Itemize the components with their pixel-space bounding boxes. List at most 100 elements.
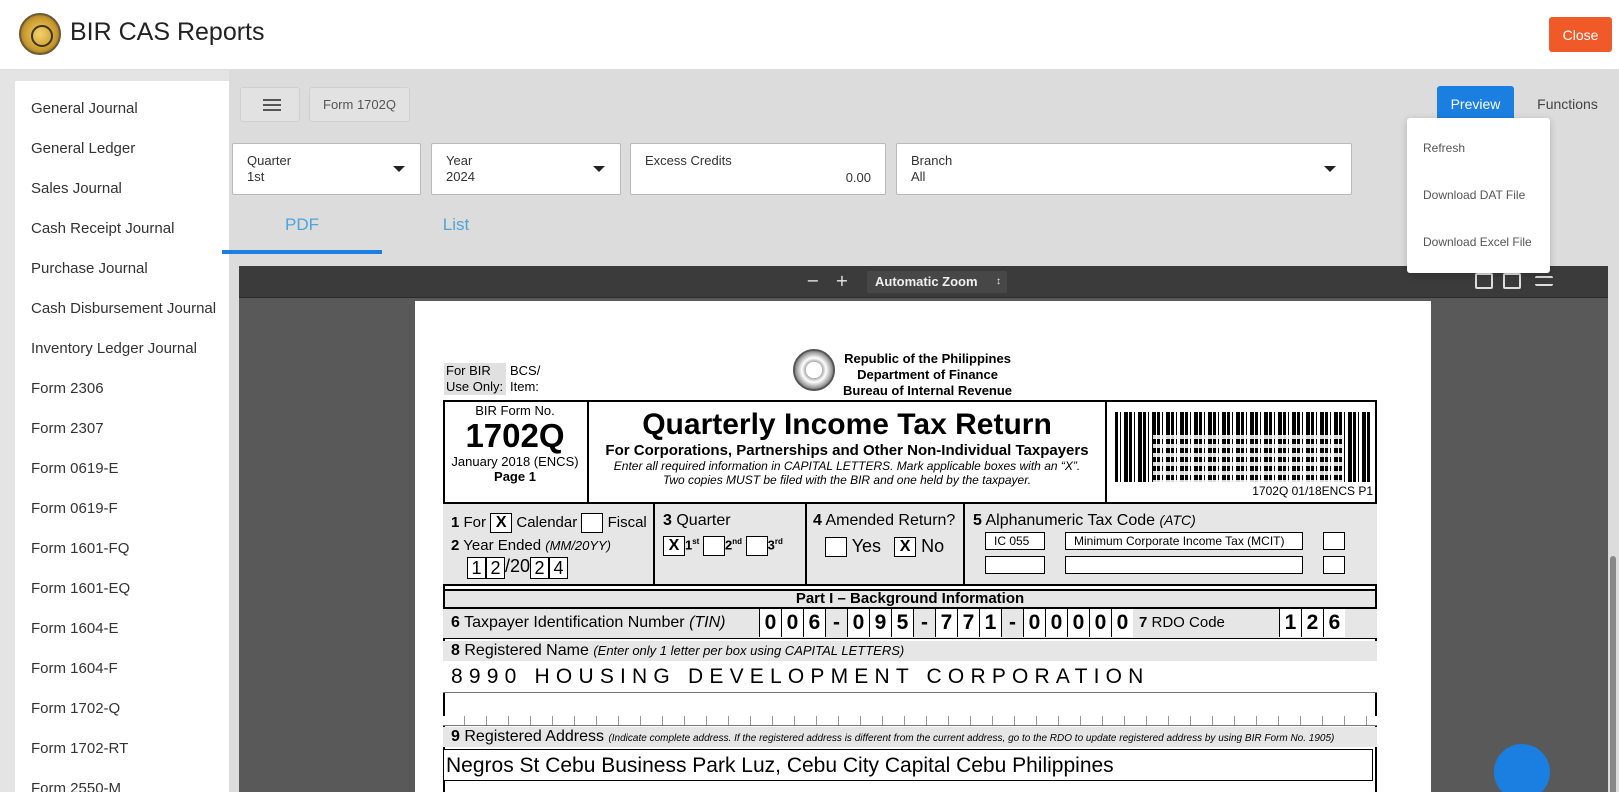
functions-dropdown: Refresh Download DAT File Download Excel… <box>1407 118 1550 273</box>
amended-yes-checkbox[interactable] <box>825 537 847 558</box>
branch-select[interactable]: Branch All <box>896 143 1352 195</box>
item7-label: RDO Code <box>1151 614 1225 631</box>
year-select[interactable]: Year 2024 <box>431 143 621 195</box>
sidebar-item-form-0619-e[interactable]: Form 0619-E <box>15 449 229 489</box>
tin-digit: 9 <box>869 609 891 637</box>
sidebar-item-inventory-ledger-journal[interactable]: Inventory Ledger Journal <box>15 329 229 369</box>
download-icon[interactable] <box>1503 273 1521 289</box>
item5-hint: (ATC) <box>1159 512 1196 528</box>
atc-code-field[interactable]: IC 055 <box>985 532 1045 550</box>
year-digit: 2 <box>530 557 550 580</box>
quarter-select[interactable]: Quarter 1st <box>232 143 421 195</box>
floating-action-button[interactable] <box>1494 744 1550 792</box>
form-number: 1702Q <box>465 417 565 454</box>
atc-extra-field-2[interactable] <box>1323 556 1345 574</box>
sidebar-item-cash-disbursement-journal[interactable]: Cash Disbursement Journal <box>15 289 229 329</box>
sidebar-item-form-1601-eq[interactable]: Form 1601-EQ <box>15 569 229 609</box>
quarter-1-sup: st <box>692 537 700 547</box>
item9-label: Registered Address <box>464 728 604 745</box>
page-label: Page 1 <box>494 469 536 484</box>
branch-label: Branch <box>911 153 953 168</box>
form-row-items-1-5: 1 For X Calendar Fiscal 2 Year Ended (MM… <box>443 504 1377 586</box>
sidebar-item-form-2307[interactable]: Form 2307 <box>15 409 229 449</box>
breadcrumb[interactable]: Form 1702Q <box>309 87 410 122</box>
tin-boxes: 006-095-771-00000 <box>759 609 1133 637</box>
tin-digit: 7 <box>957 609 979 637</box>
item7-number: 7 <box>1139 614 1148 631</box>
sidebar-item-purchase-journal[interactable]: Purchase Journal <box>15 249 229 289</box>
barcode-icon <box>1115 412 1371 484</box>
quarter-1-checkbox[interactable]: X <box>663 536 685 556</box>
atc-description-field[interactable]: Minimum Corporate Income Tax (MCIT) <box>1065 532 1303 550</box>
tab-list[interactable]: List <box>376 210 536 254</box>
form-instruction-1: Enter all required information in CAPITA… <box>613 459 1081 473</box>
agency-header: Republic of the Philippines Department o… <box>843 351 1012 399</box>
menu-item-download-dat[interactable]: Download DAT File <box>1407 172 1550 219</box>
tools-menu-icon[interactable] <box>1535 276 1553 286</box>
item2-hint: (MM/20YY) <box>545 538 612 553</box>
item5-label: Alphanumeric Tax Code <box>985 512 1156 529</box>
quarter-value: 1st <box>247 169 265 184</box>
zoom-in-button[interactable]: + <box>832 272 852 292</box>
quarter-label: Quarter <box>247 153 292 168</box>
hamburger-menu-icon[interactable] <box>240 87 300 122</box>
sidebar-item-general-journal[interactable]: General Journal <box>15 89 229 129</box>
amended-no-checkbox[interactable]: X <box>894 537 917 558</box>
bir-seal-logo-icon <box>19 13 61 55</box>
atc-code-field-2[interactable] <box>985 556 1045 574</box>
sidebar-item-form-1702-q[interactable]: Form 1702-Q <box>15 689 229 729</box>
tin-digit: 0 <box>781 609 803 637</box>
tin-digit: 0 <box>1023 609 1045 637</box>
sidebar-item-form-0619-f[interactable]: Form 0619-F <box>15 489 229 529</box>
registered-name-continuation-field[interactable] <box>443 694 1377 726</box>
item3-label: Quarter <box>676 512 731 529</box>
menu-item-download-excel[interactable]: Download Excel File <box>1407 219 1550 266</box>
quarter-3-sup: rd <box>774 537 783 547</box>
sidebar-item-form-1702-rt[interactable]: Form 1702-RT <box>15 729 229 769</box>
year-value: 2024 <box>446 169 475 184</box>
print-icon[interactable] <box>1475 273 1493 289</box>
atc-description-field-2[interactable] <box>1065 556 1303 574</box>
sidebar-item-form-2306[interactable]: Form 2306 <box>15 369 229 409</box>
form-main-title: Quarterly Income Tax Return <box>642 408 1052 441</box>
sidebar-item-form-1604-f[interactable]: Form 1604-F <box>15 649 229 689</box>
tin-digit: 0 <box>847 609 869 637</box>
item6-hint: (TIN) <box>689 614 726 631</box>
year-label: Year <box>446 153 473 168</box>
zoom-out-button[interactable]: − <box>803 272 823 292</box>
functions-button[interactable]: Functions <box>1519 86 1616 122</box>
calendar-checkbox[interactable]: X <box>490 513 513 534</box>
bir-form-no-label: BIR Form No. <box>475 403 555 418</box>
quarter-2-checkbox[interactable] <box>702 536 725 556</box>
tin-separator: - <box>825 609 847 637</box>
menu-item-refresh[interactable]: Refresh <box>1407 125 1550 172</box>
barcode-text: 1702Q 01/18ENCS P1 <box>1252 484 1373 498</box>
sidebar-item-general-ledger[interactable]: General Ledger <box>15 129 229 169</box>
atc-extra-field[interactable] <box>1323 532 1345 550</box>
excess-credits-field[interactable]: Excess Credits 0.00 <box>630 143 886 195</box>
sidebar-item-cash-receipt-journal[interactable]: Cash Receipt Journal <box>15 209 229 249</box>
registered-address-field[interactable]: Negros St Cebu Business Park Luz, Cebu C… <box>443 749 1373 781</box>
year-prefix: /20 <box>505 556 531 576</box>
item3-number: 3 <box>663 512 672 529</box>
fiscal-checkbox[interactable] <box>581 513 604 534</box>
quarter-3-checkbox[interactable] <box>745 536 768 556</box>
scrollbar-thumb[interactable] <box>1610 556 1616 792</box>
registered-name-field[interactable]: 8990 HOUSING DEVELOPMENT CORPORATION <box>443 661 1377 693</box>
sidebar-item-form-2550-m[interactable]: Form 2550-M <box>15 769 229 792</box>
preview-button[interactable]: Preview <box>1437 86 1514 122</box>
bureau-line: Bureau of Internal Revenue <box>843 383 1013 398</box>
zoom-select[interactable]: Automatic Zoom <box>867 271 1007 293</box>
sidebar-item-form-1601-fq[interactable]: Form 1601-FQ <box>15 529 229 569</box>
close-button[interactable]: Close <box>1549 17 1612 52</box>
tab-pdf[interactable]: PDF <box>222 210 382 254</box>
item4-number: 4 <box>813 512 822 529</box>
year-digit: 4 <box>549 557 569 580</box>
sidebar-item-sales-journal[interactable]: Sales Journal <box>15 169 229 209</box>
top-bar: BIR CAS Reports Close <box>0 0 1619 70</box>
viewer-scrollbar[interactable] <box>1608 266 1619 792</box>
sidebar-item-form-1604-e[interactable]: Form 1604-E <box>15 609 229 649</box>
tin-digit: 6 <box>803 609 825 637</box>
form-edition: January 2018 (ENCS) <box>451 454 579 469</box>
tin-separator: - <box>913 609 935 637</box>
